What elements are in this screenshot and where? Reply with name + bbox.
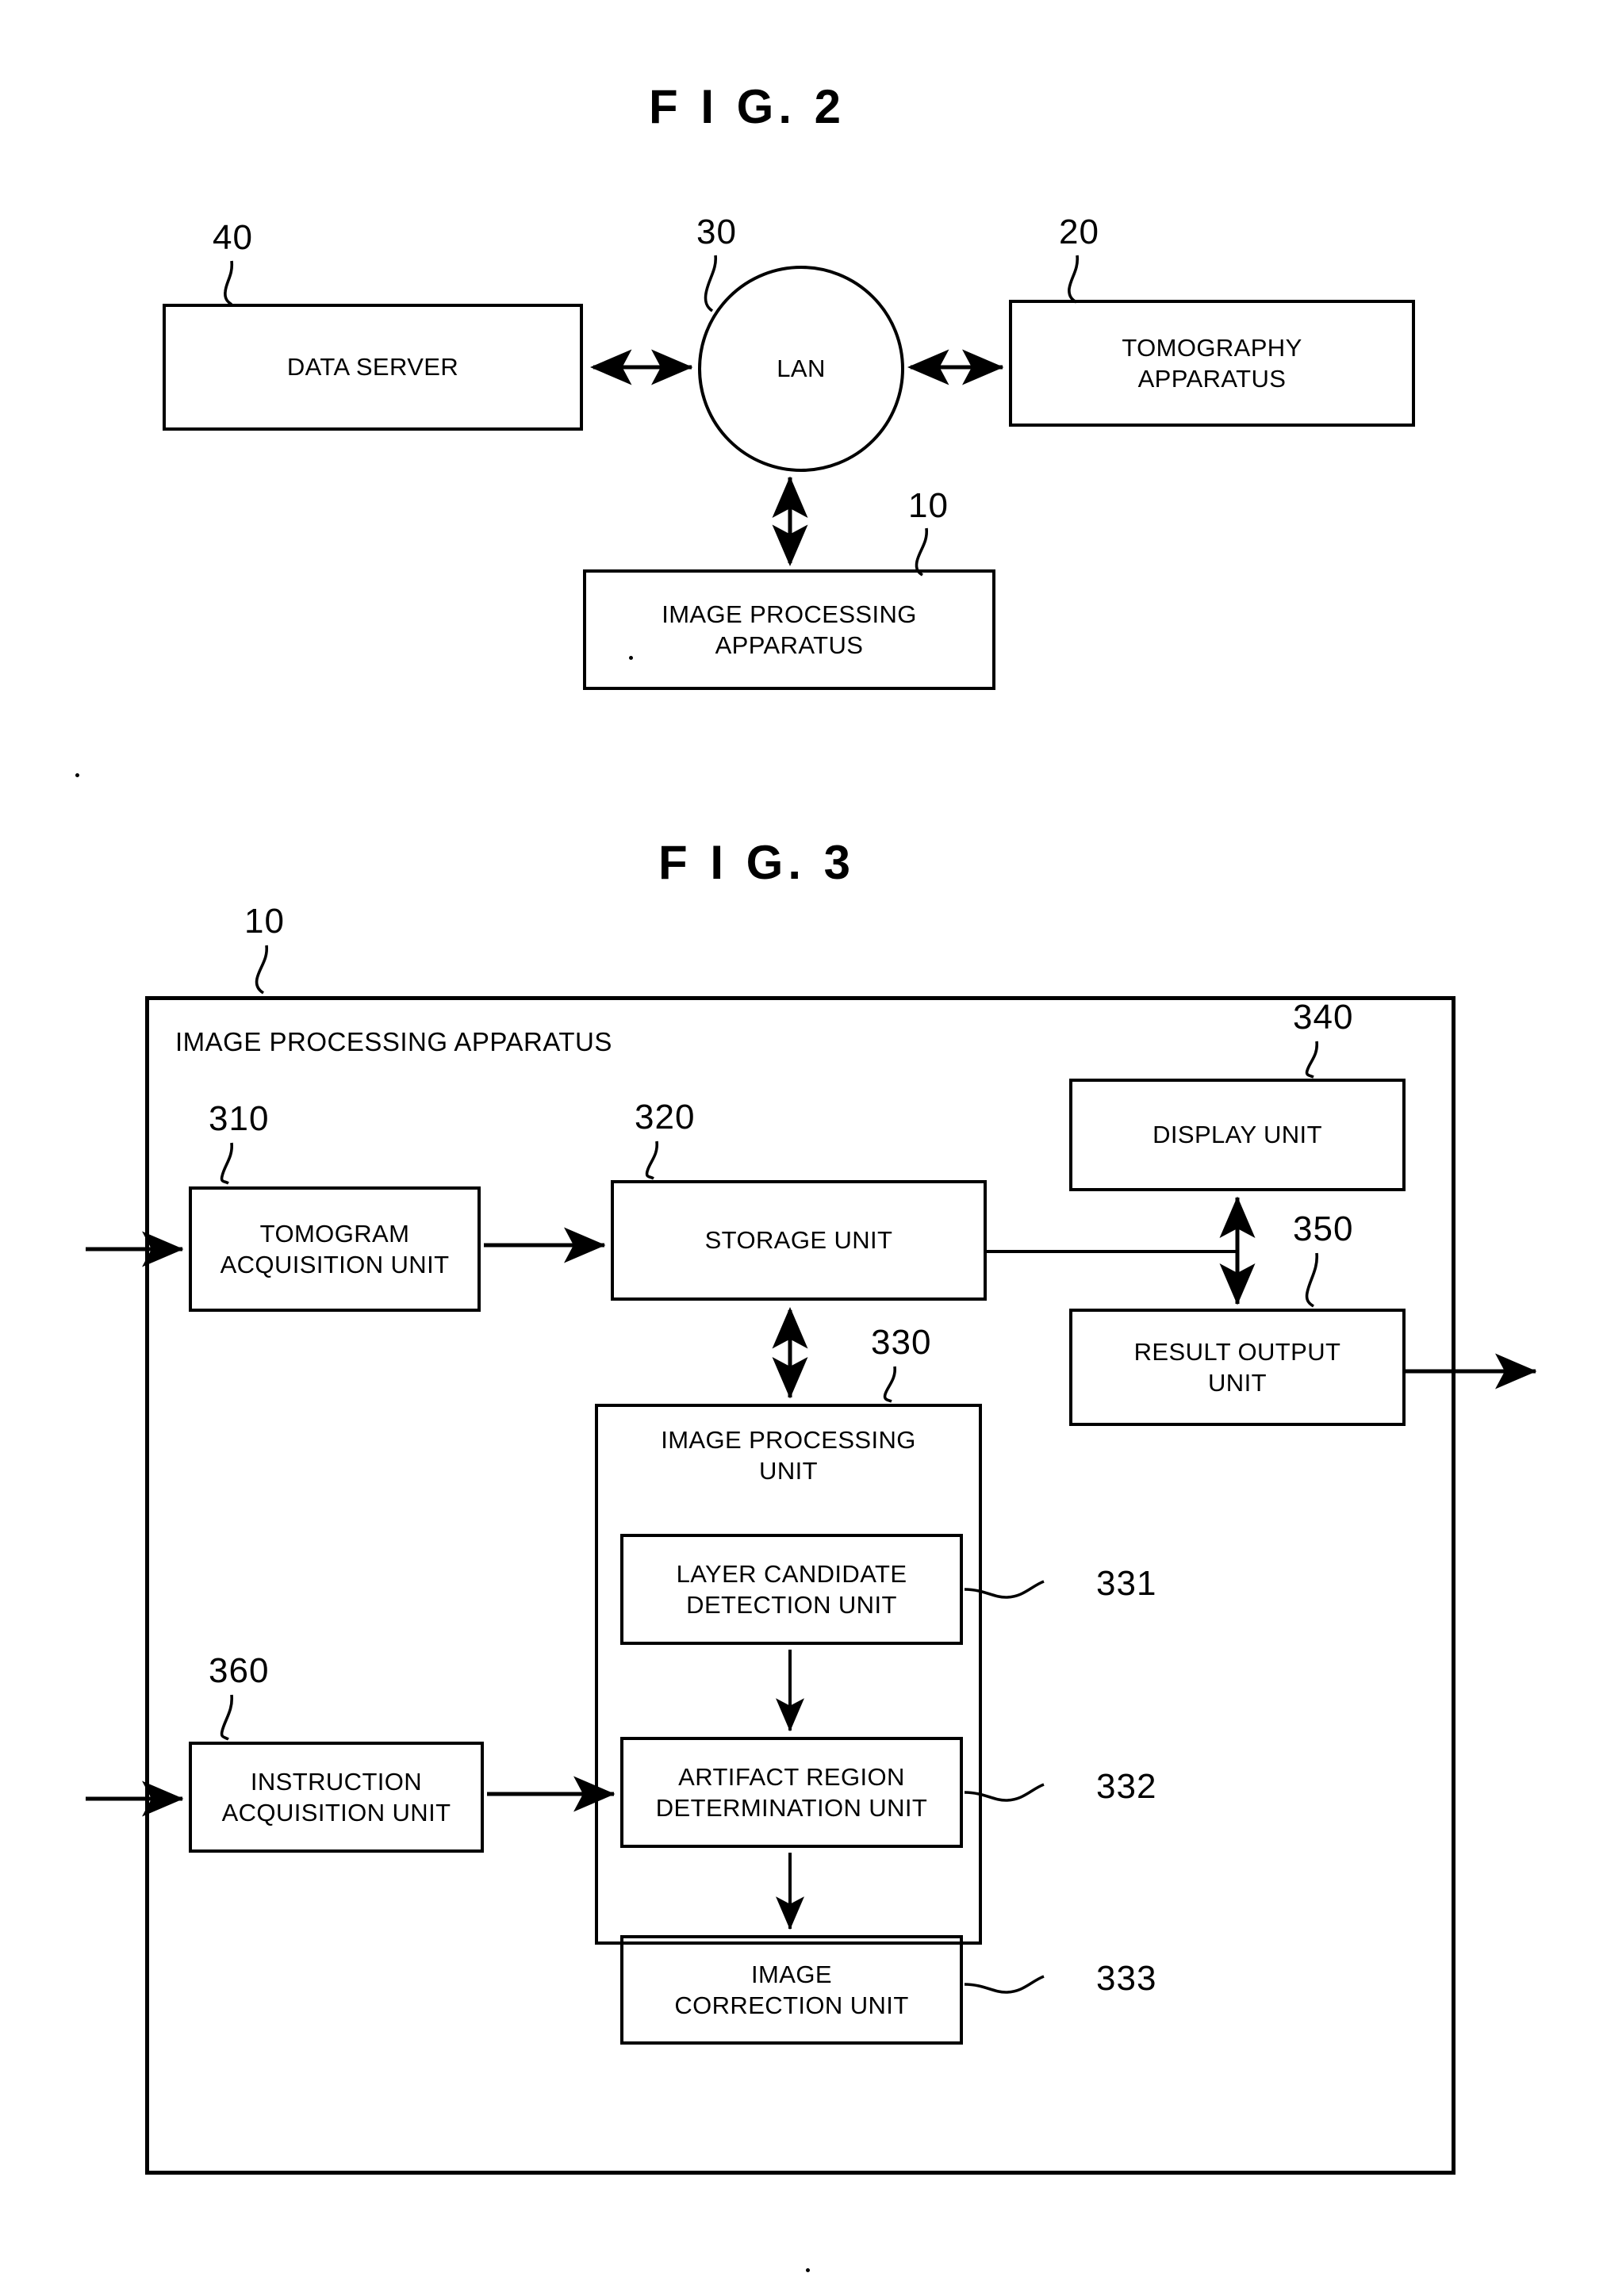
leader-line-310 [220,1142,233,1185]
leader-line-330 [883,1366,896,1403]
leader-line-331 [964,1580,1045,1599]
leader-line-30 [704,255,717,312]
leader-line-340 [1305,1041,1318,1079]
leader-line-40 [224,260,234,306]
leader-line-320 [645,1140,658,1180]
leader-line-333 [964,1975,1045,1994]
patent-drawing-sheet: F I G. 2 DATA SERVER 40 LAN 30 TOMOGRAPH… [0,0,1607,2296]
leader-line-332 [964,1783,1045,1802]
leader-line-10-fig2 [915,527,928,577]
leader-line-350 [1305,1252,1318,1308]
connector-layer [86,255,1537,1994]
leader-line-360 [220,1694,233,1741]
leader-line-10-fig3 [255,945,268,995]
leader-line-20 [1068,255,1080,304]
